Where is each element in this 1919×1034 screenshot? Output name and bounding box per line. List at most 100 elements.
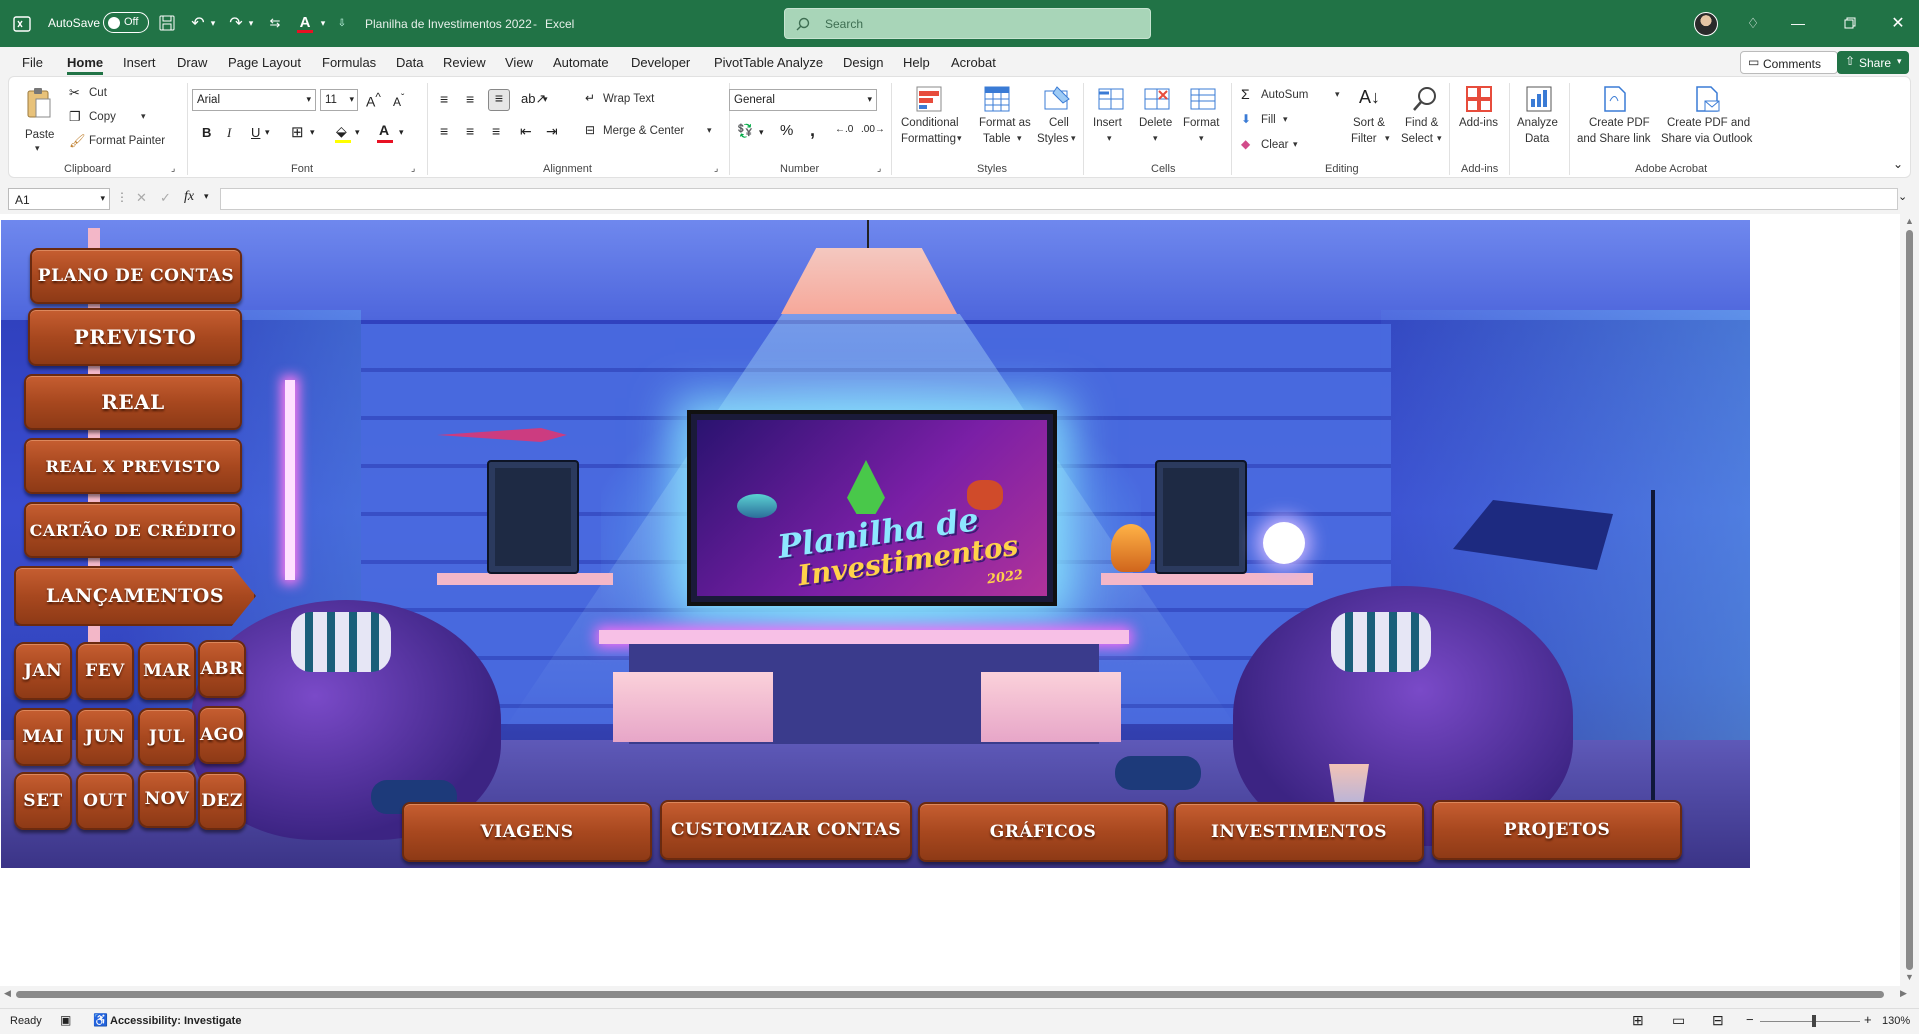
align-right-icon[interactable]: ≡	[492, 123, 500, 139]
cancel-icon[interactable]: ✕	[136, 190, 147, 206]
worksheet-grid[interactable]: Planilha de Investimentos 2022 PLANO DE	[0, 214, 1919, 986]
tab-automate[interactable]: Automate	[553, 55, 609, 70]
borders-dropdown-icon[interactable]: ▾	[310, 127, 315, 138]
month-jun-button[interactable]: JUN	[76, 708, 134, 766]
decrease-indent-icon[interactable]: ⇤	[520, 123, 532, 140]
share-button[interactable]: ⇧ Share ▾	[1837, 51, 1909, 74]
month-jul-button[interactable]: JUL	[138, 708, 196, 766]
create-pdf-share-link-button[interactable]: Create PDF and Share link	[1575, 83, 1655, 161]
italic-icon[interactable]: I	[227, 125, 231, 141]
format-as-table-button[interactable]: Format as Table ▾	[969, 83, 1031, 161]
scroll-down-icon[interactable]: ▼	[1905, 972, 1914, 982]
plano-de-contas-button[interactable]: PLANO DE CONTAS	[30, 248, 242, 304]
formula-input[interactable]	[220, 188, 1898, 210]
lancamentos-button[interactable]: LANÇAMENTOS	[14, 566, 256, 626]
format-cells-button[interactable]: Format ▾	[1181, 83, 1227, 161]
page-break-view-icon[interactable]: ⊟	[1712, 1012, 1724, 1029]
conditional-formatting-button[interactable]: Conditional Formatting ▾	[895, 83, 965, 161]
align-middle-icon[interactable]: ≡	[466, 91, 474, 107]
scroll-left-icon[interactable]: ◀	[4, 988, 11, 999]
zoom-in-icon[interactable]: +	[1864, 1012, 1872, 1027]
accounting-format-icon[interactable]: 💱	[737, 123, 753, 139]
save-icon[interactable]	[158, 14, 176, 32]
month-jan-button[interactable]: JAN	[14, 642, 72, 700]
font-color-icon[interactable]: A	[296, 12, 314, 32]
vertical-scroll-thumb[interactable]	[1906, 230, 1913, 970]
tab-page-layout[interactable]: Page Layout	[228, 55, 301, 70]
merge-center-button[interactable]: ⊟ Merge & Center ▾	[585, 123, 719, 143]
expand-formula-bar-icon[interactable]: ⌄	[1898, 190, 1907, 203]
underline-dropdown-icon[interactable]: ▾	[265, 127, 270, 138]
fill-color-icon[interactable]: ⬙	[336, 123, 347, 140]
increase-indent-icon[interactable]: ⇥	[546, 123, 558, 140]
copy-button[interactable]: ❐ Copy ▾	[69, 109, 159, 129]
accounting-dropdown-icon[interactable]: ▾	[759, 127, 764, 138]
font-launcher-icon[interactable]: ⌟	[411, 163, 415, 174]
comma-style-icon[interactable]: ,	[810, 120, 815, 141]
increase-decimal-icon[interactable]: ←.0	[835, 124, 853, 135]
tab-review[interactable]: Review	[443, 55, 486, 70]
analyze-data-button[interactable]: Analyze Data	[1515, 83, 1565, 161]
tab-acrobat[interactable]: Acrobat	[951, 55, 996, 70]
tab-help[interactable]: Help	[903, 55, 930, 70]
underline-icon[interactable]: U	[251, 125, 260, 140]
redo-icon[interactable]: ↷	[226, 13, 246, 33]
accessibility-icon[interactable]: ♿	[93, 1013, 108, 1027]
tab-file[interactable]: File	[22, 55, 43, 70]
search-box[interactable]: Search	[784, 8, 1151, 39]
bold-icon[interactable]: B	[202, 125, 211, 140]
cell-styles-button[interactable]: Cell Styles ▾	[1031, 83, 1081, 161]
autosum-button[interactable]: Σ AutoSum ▾	[1241, 86, 1341, 105]
tab-design[interactable]: Design	[843, 55, 883, 70]
undo-icon[interactable]: ↶	[188, 13, 208, 33]
normal-view-icon[interactable]: ⊞	[1632, 1012, 1644, 1029]
align-left-icon[interactable]: ≡	[440, 123, 448, 139]
clear-button[interactable]: ◆ Clear ▾	[1241, 137, 1311, 155]
font-name-select[interactable]: Arial ▾	[192, 89, 316, 111]
name-box[interactable]: A1 ▾	[8, 188, 110, 210]
zoom-level[interactable]: 130%	[1882, 1015, 1910, 1027]
restore-icon[interactable]	[1836, 10, 1864, 36]
accessibility-status[interactable]: Accessibility: Investigate	[110, 1015, 241, 1027]
align-top-icon[interactable]: ≡	[440, 91, 448, 107]
customize-icon[interactable]: ⇩	[336, 14, 348, 32]
enter-icon[interactable]: ✓	[160, 190, 171, 206]
format-painter-button[interactable]: 🖌 Format Painter	[69, 133, 179, 153]
sort-filter-button[interactable]: A↓ Sort & Filter ▾	[1349, 83, 1395, 161]
tab-insert[interactable]: Insert	[123, 55, 156, 70]
number-launcher-icon[interactable]: ⌟	[877, 163, 881, 174]
autosave-toggle[interactable]: Off	[103, 12, 149, 33]
shape-icon[interactable]: ⇆	[266, 14, 284, 32]
font-size-select[interactable]: 11 ▾	[320, 89, 358, 111]
investimentos-button[interactable]: INVESTIMENTOS	[1174, 802, 1424, 862]
tab-view[interactable]: View	[505, 55, 533, 70]
wrap-text-button[interactable]: ↵ Wrap Text	[585, 91, 675, 111]
borders-icon[interactable]: ⊞	[291, 123, 304, 141]
fx-dropdown-icon[interactable]: ▾	[204, 191, 209, 202]
month-mai-button[interactable]: MAI	[14, 708, 72, 766]
tab-home[interactable]: Home	[67, 55, 104, 75]
tab-pivottable-analyze[interactable]: PivotTable Analyze	[714, 55, 823, 70]
percent-icon[interactable]: %	[780, 122, 793, 139]
zoom-slider-thumb[interactable]	[1812, 1015, 1816, 1027]
close-icon[interactable]: ✕	[1884, 10, 1912, 36]
increase-font-icon[interactable]: A^	[366, 91, 381, 110]
paste-button[interactable]: Paste ▾	[19, 85, 59, 155]
graficos-button[interactable]: GRÁFICOS	[918, 802, 1168, 862]
align-center-icon[interactable]: ≡	[466, 123, 474, 139]
find-select-button[interactable]: Find & Select ▾	[1397, 83, 1447, 161]
fill-dropdown-icon[interactable]: ▾	[355, 127, 360, 138]
month-abr-button[interactable]: ABR	[198, 640, 246, 698]
tab-draw[interactable]: Draw	[177, 55, 207, 70]
real-button[interactable]: REAL	[24, 374, 242, 430]
font-color-dropdown-icon[interactable]: ▾	[399, 127, 404, 138]
previsto-button[interactable]: PREVISTO	[28, 308, 242, 366]
horizontal-scrollbar[interactable]: ◀ ▶	[0, 986, 1919, 1002]
fill-button[interactable]: ⬇ Fill ▾	[1241, 112, 1301, 130]
tab-formulas[interactable]: Formulas	[322, 55, 376, 70]
month-dez-button[interactable]: DEZ	[198, 772, 246, 830]
zoom-slider[interactable]	[1760, 1015, 1860, 1027]
cartao-de-credito-button[interactable]: CARTÃO DE CRÉDITO	[24, 502, 242, 558]
alignment-launcher-icon[interactable]: ⌟	[714, 163, 718, 174]
font-color-icon[interactable]: A	[379, 122, 389, 138]
